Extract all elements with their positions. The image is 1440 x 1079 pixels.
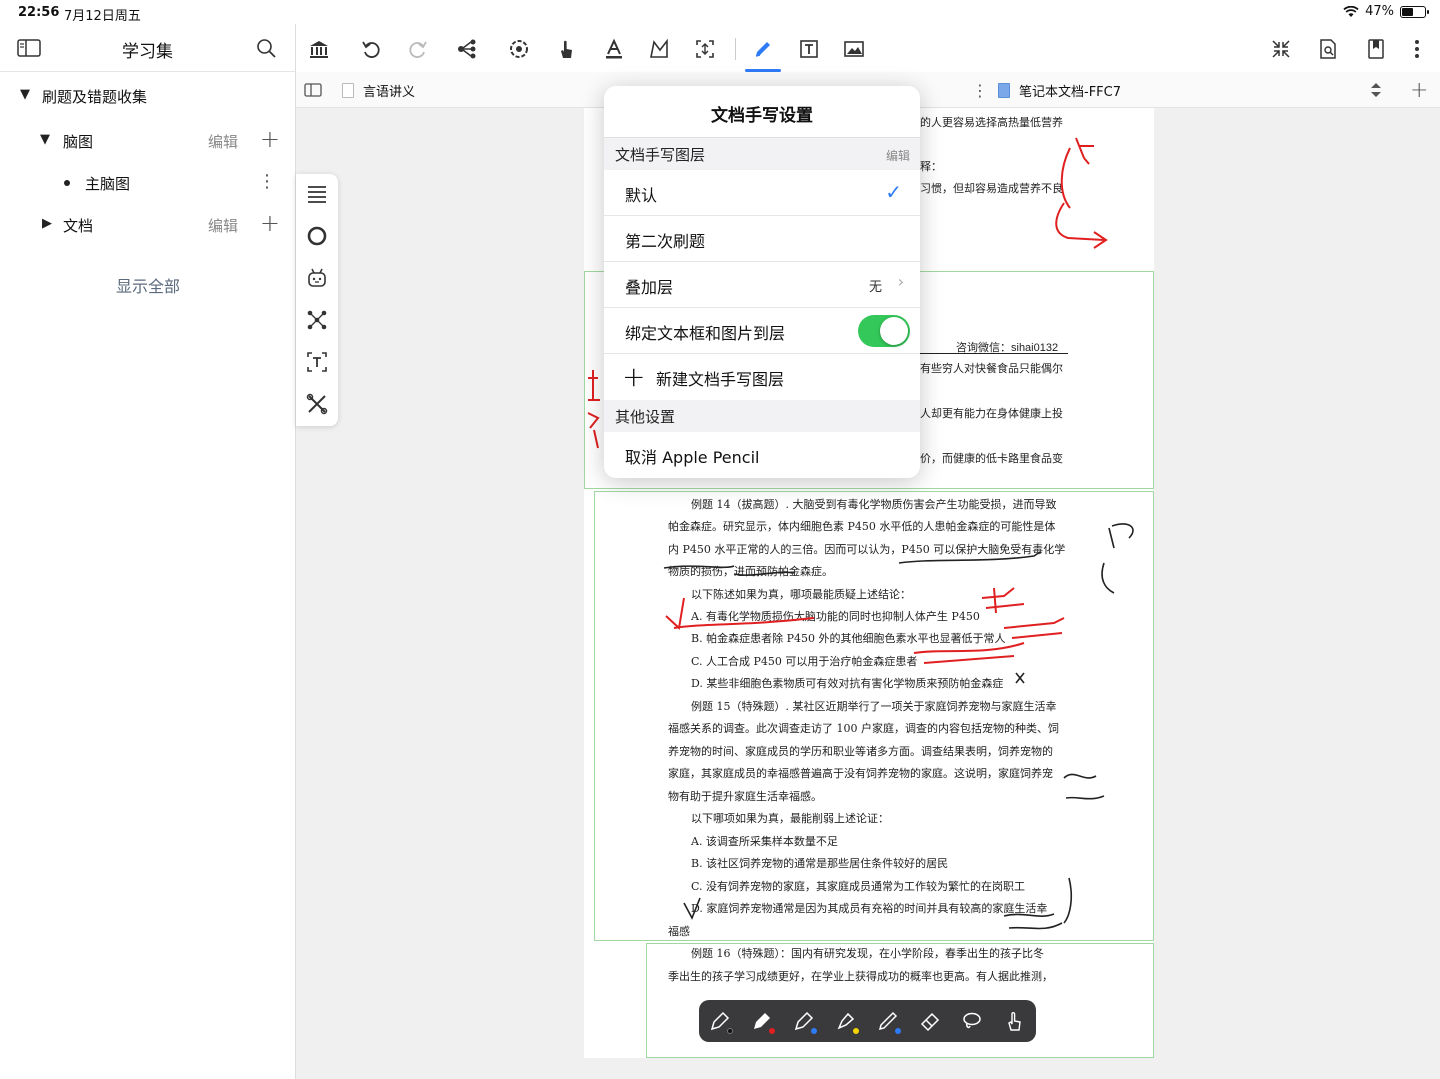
text-highlight-icon[interactable] bbox=[601, 36, 627, 62]
other-section-header: 其他设置 bbox=[604, 400, 920, 432]
sidebar-item-root[interactable]: ▼ 刷题及错题收集 bbox=[0, 76, 296, 116]
edit-button[interactable]: 编辑 bbox=[208, 131, 238, 152]
add-tab-icon[interactable]: + bbox=[1410, 72, 1428, 108]
search-icon[interactable] bbox=[255, 37, 277, 59]
image-icon[interactable] bbox=[841, 36, 867, 62]
chevron-right-icon: › bbox=[897, 272, 904, 291]
toolbar-separator bbox=[735, 38, 736, 60]
ballpoint-pen-icon[interactable] bbox=[749, 1008, 775, 1034]
reorder-icon[interactable] bbox=[1370, 72, 1382, 108]
overlay-value: 无 bbox=[868, 280, 882, 295]
tab-notebook[interactable]: 笔记本文档-FFC7 bbox=[998, 72, 1121, 108]
expand-triangle-icon[interactable]: ▼ bbox=[20, 87, 30, 102]
textbox-icon[interactable] bbox=[796, 36, 822, 62]
sidebar-item-main-mindmap[interactable]: 主脑图 ⋮ bbox=[0, 163, 296, 203]
status-date: 7月12日周五 bbox=[64, 9, 141, 24]
notebook-icon bbox=[998, 82, 1010, 98]
undo-icon[interactable] bbox=[358, 36, 384, 62]
bookmark-icon[interactable] bbox=[1363, 36, 1389, 62]
hand-pointer-icon[interactable] bbox=[553, 36, 579, 62]
eraser-icon[interactable] bbox=[917, 1008, 943, 1034]
split-view-icon[interactable] bbox=[304, 72, 322, 108]
pencil-icon[interactable] bbox=[875, 1008, 901, 1034]
row-label: 新建文档手写图层 bbox=[656, 370, 785, 389]
battery-icon bbox=[1400, 5, 1429, 18]
text-frame-icon[interactable] bbox=[305, 350, 329, 374]
lasso-icon[interactable] bbox=[959, 1008, 985, 1034]
graph-nodes-icon[interactable] bbox=[305, 308, 329, 332]
sidebar: 学习集 ▼ 刷题及错题收集 ▼ 脑图 编辑 + 主脑图 ⋮ ▶ 文档 编辑 + … bbox=[0, 24, 296, 1079]
sidebar-item-label: 文档 bbox=[63, 217, 94, 235]
sidebar-item-label: 主脑图 bbox=[85, 175, 131, 193]
row-label: 第二次刷题 bbox=[625, 232, 706, 251]
add-icon[interactable]: + bbox=[260, 125, 280, 153]
pen-toolbar bbox=[699, 1000, 1036, 1042]
overlay-layer-row[interactable]: 叠加层 无 › bbox=[604, 262, 920, 308]
battery-percent: 47% bbox=[1365, 4, 1394, 19]
sidebar-item-label: 刷题及错题收集 bbox=[42, 88, 148, 106]
sidebar-item-docs[interactable]: ▶ 文档 编辑 + bbox=[0, 205, 296, 245]
more-vertical-icon[interactable] bbox=[1404, 36, 1430, 62]
collapse-view-icon[interactable] bbox=[1268, 36, 1294, 62]
fountain-pen-icon[interactable] bbox=[707, 1008, 733, 1034]
bind-toggle[interactable] bbox=[858, 315, 910, 347]
plus-icon: + bbox=[622, 360, 646, 393]
sidebar-item-label: 脑图 bbox=[63, 133, 94, 151]
main-toolbar bbox=[296, 24, 1440, 72]
more-icon[interactable]: ⋮ bbox=[258, 171, 276, 192]
outline-list-icon[interactable] bbox=[305, 182, 329, 206]
handwriting-settings-popover: 文档手写设置 文档手写图层 编辑 默认 ✓ 第二次刷题 叠加层 无 › 绑定文本… bbox=[604, 86, 920, 478]
highlighter-icon[interactable] bbox=[833, 1008, 859, 1034]
bind-textbox-row: 绑定文本框和图片到层 bbox=[604, 308, 920, 354]
layer-section-header: 文档手写图层 编辑 bbox=[604, 138, 920, 170]
document-icon bbox=[342, 82, 354, 98]
layer-second-row[interactable]: 第二次刷题 bbox=[604, 216, 920, 262]
row-label: 默认 bbox=[625, 186, 658, 205]
show-all-button[interactable]: 显示全部 bbox=[0, 273, 296, 297]
tab-more-icon[interactable]: ⋮ bbox=[972, 72, 988, 108]
tools-icon[interactable] bbox=[305, 392, 329, 416]
cancel-apple-pencil-row[interactable]: 取消 Apple Pencil bbox=[604, 432, 920, 478]
redo-icon[interactable] bbox=[405, 36, 431, 62]
collapse-triangle-icon[interactable]: ▶ bbox=[42, 216, 52, 231]
tab-lecture[interactable]: 言语讲义 bbox=[342, 72, 415, 108]
status-right: 47% bbox=[1343, 4, 1429, 19]
layer-edit-button[interactable]: 编辑 bbox=[886, 147, 910, 164]
brush-pen-icon[interactable] bbox=[791, 1008, 817, 1034]
status-bar: 22:56 7月12日周五 47% bbox=[0, 0, 1440, 24]
row-label: 取消 Apple Pencil bbox=[625, 448, 760, 467]
section-label: 文档手写图层 bbox=[615, 146, 706, 164]
sidebar-item-mindmap[interactable]: ▼ 脑图 编辑 + bbox=[0, 121, 296, 161]
search-document-icon[interactable] bbox=[1315, 36, 1341, 62]
settings-ring-icon[interactable] bbox=[506, 36, 532, 62]
mindmap-icon[interactable] bbox=[454, 36, 480, 62]
tab-label: 笔记本文档-FFC7 bbox=[1019, 84, 1121, 100]
edit-button[interactable]: 编辑 bbox=[208, 215, 238, 236]
row-label: 绑定文本框和图片到层 bbox=[625, 324, 786, 343]
tab-label: 言语讲义 bbox=[363, 84, 416, 100]
sidebar-header: 学习集 bbox=[0, 24, 295, 72]
wifi-icon bbox=[1343, 5, 1359, 17]
layer-default-row[interactable]: 默认 ✓ bbox=[604, 170, 920, 216]
library-icon[interactable] bbox=[306, 36, 332, 62]
expand-triangle-icon[interactable]: ▼ bbox=[40, 132, 50, 147]
sidebar-title: 学习集 bbox=[122, 42, 173, 62]
shape-icon[interactable] bbox=[646, 36, 672, 62]
status-time: 22:56 bbox=[18, 5, 60, 20]
new-layer-row[interactable]: + 新建文档手写图层 bbox=[604, 354, 920, 400]
section-label: 其他设置 bbox=[615, 408, 676, 426]
robot-icon[interactable] bbox=[305, 266, 329, 290]
side-tool-panel bbox=[296, 174, 338, 426]
checkmark-icon: ✓ bbox=[885, 180, 902, 204]
pen-icon[interactable] bbox=[750, 36, 776, 62]
popover-title: 文档手写设置 bbox=[604, 86, 920, 138]
lasso-select-icon[interactable] bbox=[692, 36, 718, 62]
circle-icon[interactable] bbox=[305, 224, 329, 248]
touch-hand-icon[interactable] bbox=[1001, 1008, 1027, 1034]
row-label: 叠加层 bbox=[625, 278, 674, 297]
bullet-icon bbox=[64, 180, 70, 186]
add-icon[interactable]: + bbox=[260, 209, 280, 237]
